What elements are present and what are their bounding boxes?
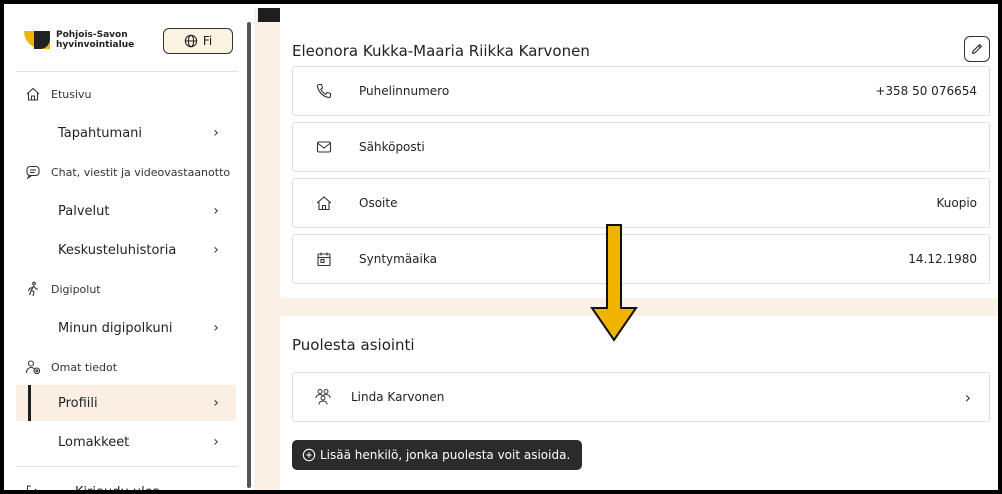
address-row[interactable]: Osoite Kuopio	[292, 178, 990, 228]
email-row[interactable]: Sähköposti	[292, 122, 990, 172]
sidebar-scrollbar[interactable]	[247, 22, 251, 488]
address-value: Kuopio	[936, 196, 977, 210]
sidebar-item-label: Keskusteluhistoria	[58, 242, 177, 258]
arrow-down-icon	[590, 224, 638, 342]
logo-line1: Pohjois-Savon	[56, 30, 128, 40]
sidebar-item-keskusteluhistoria[interactable]: Keskusteluhistoria ›	[16, 232, 236, 268]
sidebar-item-lomakkeet[interactable]: Lomakkeet ›	[16, 424, 236, 460]
home-icon	[25, 86, 41, 102]
home-icon	[315, 194, 333, 212]
sidebar-item-label: Palvelut	[58, 203, 110, 219]
sidebar-item-digipolut[interactable]: Digipolut	[16, 271, 236, 307]
sidebar-item-label: Digipolut	[51, 282, 101, 296]
phone-row[interactable]: Puhelinnumero +358 50 076654	[292, 66, 990, 116]
logo-mark-icon	[24, 31, 50, 49]
chevron-right-icon: ›	[964, 387, 971, 407]
logo-line2: hyvinvointialue	[56, 40, 135, 50]
dark-tab-marker	[258, 8, 280, 22]
proxy-person-row[interactable]: Linda Karvonen ›	[292, 372, 990, 422]
language-button[interactable]: Fi	[163, 28, 233, 54]
sidebar-item-palvelut[interactable]: Palvelut ›	[16, 193, 236, 229]
chevron-right-icon: ›	[213, 395, 219, 411]
birthdate-row[interactable]: Syntymäaika 14.12.1980	[292, 234, 990, 284]
mail-icon	[315, 138, 333, 156]
sidebar-item-label: Profiili	[58, 395, 98, 411]
walking-icon	[25, 281, 41, 297]
add-person-button[interactable]: Lisää henkilö, jonka puolesta voit asioi…	[292, 440, 583, 470]
email-label: Sähköposti	[359, 140, 425, 154]
app-window: Pohjois-Savon hyvinvointialue Fi Etusivu…	[0, 0, 1002, 494]
divider	[16, 71, 238, 72]
address-label: Osoite	[359, 196, 398, 210]
divider	[16, 466, 238, 467]
sidebar-item-label: Omat tiedot	[51, 360, 118, 374]
phone-icon	[315, 82, 333, 100]
sidebar-item-label: Tapahtumani	[58, 125, 143, 141]
sidebar-item-label: Etusivu	[51, 87, 92, 101]
sidebar-item-etusivu[interactable]: Etusivu	[16, 76, 236, 112]
chevron-right-icon: ›	[213, 434, 219, 450]
logout-button[interactable]: Kirjaudu ulos	[16, 474, 236, 494]
chat-icon	[25, 164, 41, 180]
pencil-icon	[971, 43, 983, 55]
profile-name: Eleonora Kukka-Maaria Riikka Karvonen	[292, 42, 590, 60]
proxy-section-title: Puolesta asiointi	[292, 336, 415, 354]
chevron-right-icon: ›	[213, 242, 219, 258]
birthdate-value: 14.12.1980	[908, 252, 977, 266]
chevron-right-icon: ›	[213, 125, 219, 141]
sidebar-item-label: Lomakkeet	[58, 434, 130, 450]
language-label: Fi	[202, 34, 213, 48]
sidebar-item-omat-tiedot[interactable]: Omat tiedot	[16, 349, 236, 385]
proxy-person-name: Linda Karvonen	[351, 390, 445, 404]
sidebar-item-label: Chat, viestit ja videovastaanotto	[51, 165, 231, 179]
logout-label: Kirjaudu ulos	[75, 484, 160, 494]
plus-circle-icon	[302, 448, 316, 462]
sidebar-item-chat[interactable]: Chat, viestit ja videovastaanotto	[16, 154, 236, 190]
logo-text: Pohjois-Savon hyvinvointialue	[56, 30, 134, 50]
chevron-right-icon: ›	[213, 320, 219, 336]
add-person-label: Lisää henkilö, jonka puolesta voit asioi…	[320, 448, 571, 462]
globe-icon	[184, 34, 198, 48]
profile-card: Eleonora Kukka-Maaria Riikka Karvonen Pu…	[280, 8, 998, 298]
phone-label: Puhelinnumero	[359, 84, 450, 98]
sidebar-item-minun-digipolkuni[interactable]: Minun digipolkuni ›	[16, 310, 236, 346]
proxy-card: Puolesta asiointi Linda Karvonen › Lisää…	[280, 316, 998, 490]
sidebar: Pohjois-Savon hyvinvointialue Fi Etusivu…	[8, 8, 244, 494]
logout-icon	[25, 484, 41, 490]
phone-value: +358 50 076654	[875, 84, 977, 98]
people-icon	[313, 387, 333, 407]
chevron-right-icon: ›	[213, 203, 219, 219]
sidebar-item-profiili[interactable]: Profiili ›	[16, 385, 236, 421]
sidebar-item-label: Minun digipolkuni	[58, 320, 173, 336]
user-settings-icon	[25, 359, 41, 375]
logo[interactable]: Pohjois-Savon hyvinvointialue	[24, 30, 134, 50]
sidebar-item-tapahtumani[interactable]: Tapahtumani ›	[16, 115, 236, 151]
edit-button[interactable]	[964, 36, 990, 62]
calendar-icon	[315, 250, 333, 268]
